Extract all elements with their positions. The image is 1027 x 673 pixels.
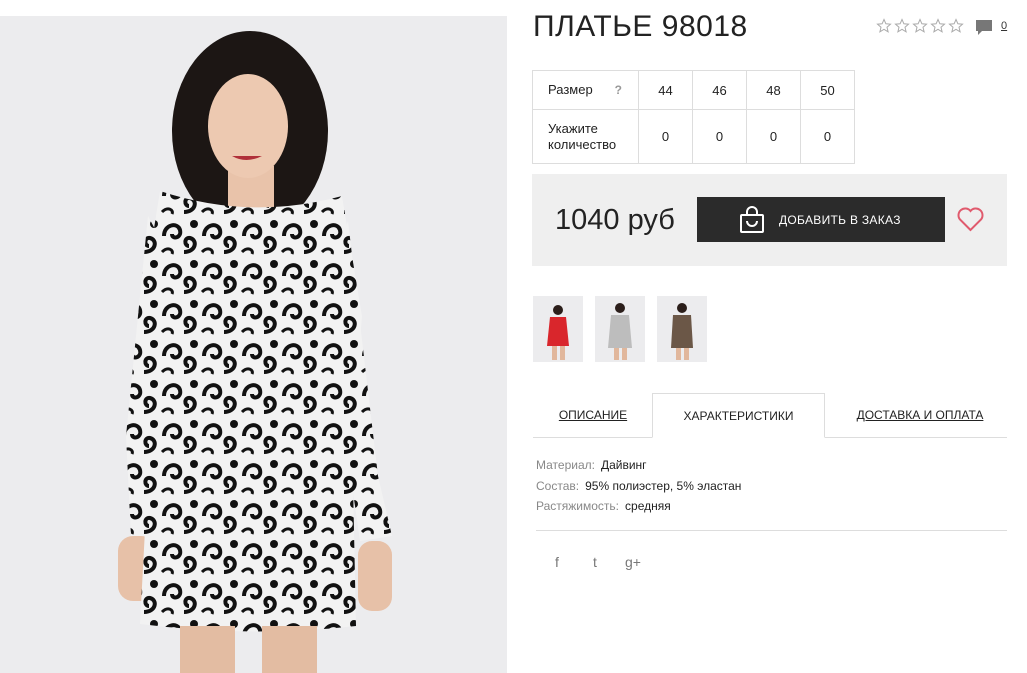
product-tabs: ОПИСАНИЕ ХАРАКТЕРИСТИКИ ДОСТАВКА И ОПЛАТ…	[533, 393, 1007, 438]
size-help-icon[interactable]: ?	[615, 82, 622, 98]
size-label-cell: Размер ?	[532, 70, 639, 110]
twitter-icon[interactable]: t	[586, 554, 604, 570]
size-quantity-table: Размер ? 44 46 48 50 Укажите количество …	[532, 70, 855, 164]
rating-stars[interactable]	[876, 18, 964, 34]
add-to-order-button[interactable]: ДОБАВИТЬ В ЗАКАЗ	[697, 197, 945, 242]
thumbnail-brown-dress[interactable]	[657, 296, 707, 362]
star-empty-icon[interactable]	[876, 18, 892, 34]
tab-description[interactable]: ОПИСАНИЕ	[533, 393, 653, 437]
quantity-label: Укажите количество	[532, 109, 639, 164]
thumbnail-red-dress[interactable]	[533, 296, 583, 362]
star-empty-icon[interactable]	[930, 18, 946, 34]
size-row: Размер ? 44 46 48 50	[532, 70, 855, 110]
star-empty-icon[interactable]	[894, 18, 910, 34]
product-title: ПЛАТЬЕ 98018	[533, 10, 748, 43]
characteristic-row: Состав: 95% полиэстер, 5% эластан	[536, 476, 741, 497]
characteristics-list: Материал: Дайвинг Состав: 95% полиэстер, 5…	[536, 455, 741, 517]
characteristic-key: Состав:	[536, 478, 580, 493]
star-empty-icon[interactable]	[948, 18, 964, 34]
tab-characteristics-label: ХАРАКТЕРИСТИКИ	[683, 409, 794, 423]
characteristic-key: Растяжимость:	[536, 499, 620, 513]
quantity-input[interactable]: 0	[746, 109, 801, 164]
shopping-bag-icon	[740, 205, 764, 233]
divider	[536, 530, 1007, 531]
facebook-icon[interactable]: f	[548, 554, 566, 570]
size-value: 46	[692, 70, 747, 110]
thumbnail-gallery	[533, 296, 707, 362]
star-empty-icon[interactable]	[912, 18, 928, 34]
comments-link[interactable]: 0	[975, 19, 1007, 36]
social-share: f t g+	[548, 554, 642, 570]
tab-description-label: ОПИСАНИЕ	[558, 408, 628, 422]
quantity-row: Укажите количество 0 0 0 0	[532, 109, 855, 164]
add-to-order-label: ДОБАВИТЬ В ЗАКАЗ	[779, 212, 901, 227]
product-main-photo[interactable]	[0, 16, 507, 673]
quantity-input[interactable]: 0	[800, 109, 855, 164]
characteristic-row: Материал: Дайвинг	[536, 455, 741, 476]
tab-delivery-payment-label: ДОСТАВКА И ОПЛАТА	[856, 408, 984, 422]
thumbnail-print-dress[interactable]	[595, 296, 645, 362]
quantity-input[interactable]: 0	[692, 109, 747, 164]
characteristic-key: Материал:	[536, 458, 595, 472]
quantity-input[interactable]: 0	[638, 109, 693, 164]
characteristic-value: средняя	[625, 499, 671, 513]
buy-panel: 1040 руб ДОБАВИТЬ В ЗАКАЗ	[532, 174, 1007, 266]
google-plus-icon[interactable]: g+	[624, 554, 642, 570]
characteristic-row: Растяжимость: средняя	[536, 496, 741, 517]
tab-characteristics[interactable]: ХАРАКТЕРИСТИКИ	[652, 393, 825, 438]
comment-icon	[976, 20, 992, 35]
tab-delivery-payment[interactable]: ДОСТАВКА И ОПЛАТА	[833, 393, 1007, 437]
size-value: 50	[800, 70, 855, 110]
characteristic-value: 95% полиэстер, 5% эластан	[585, 478, 742, 493]
characteristic-value: Дайвинг	[600, 458, 647, 472]
comments-count[interactable]: 0	[1001, 19, 1007, 33]
size-label: Размер	[548, 82, 593, 97]
size-value: 44	[638, 70, 693, 110]
heart-icon[interactable]	[957, 207, 984, 232]
product-price: 1040 руб	[555, 204, 675, 236]
size-value: 48	[746, 70, 801, 110]
